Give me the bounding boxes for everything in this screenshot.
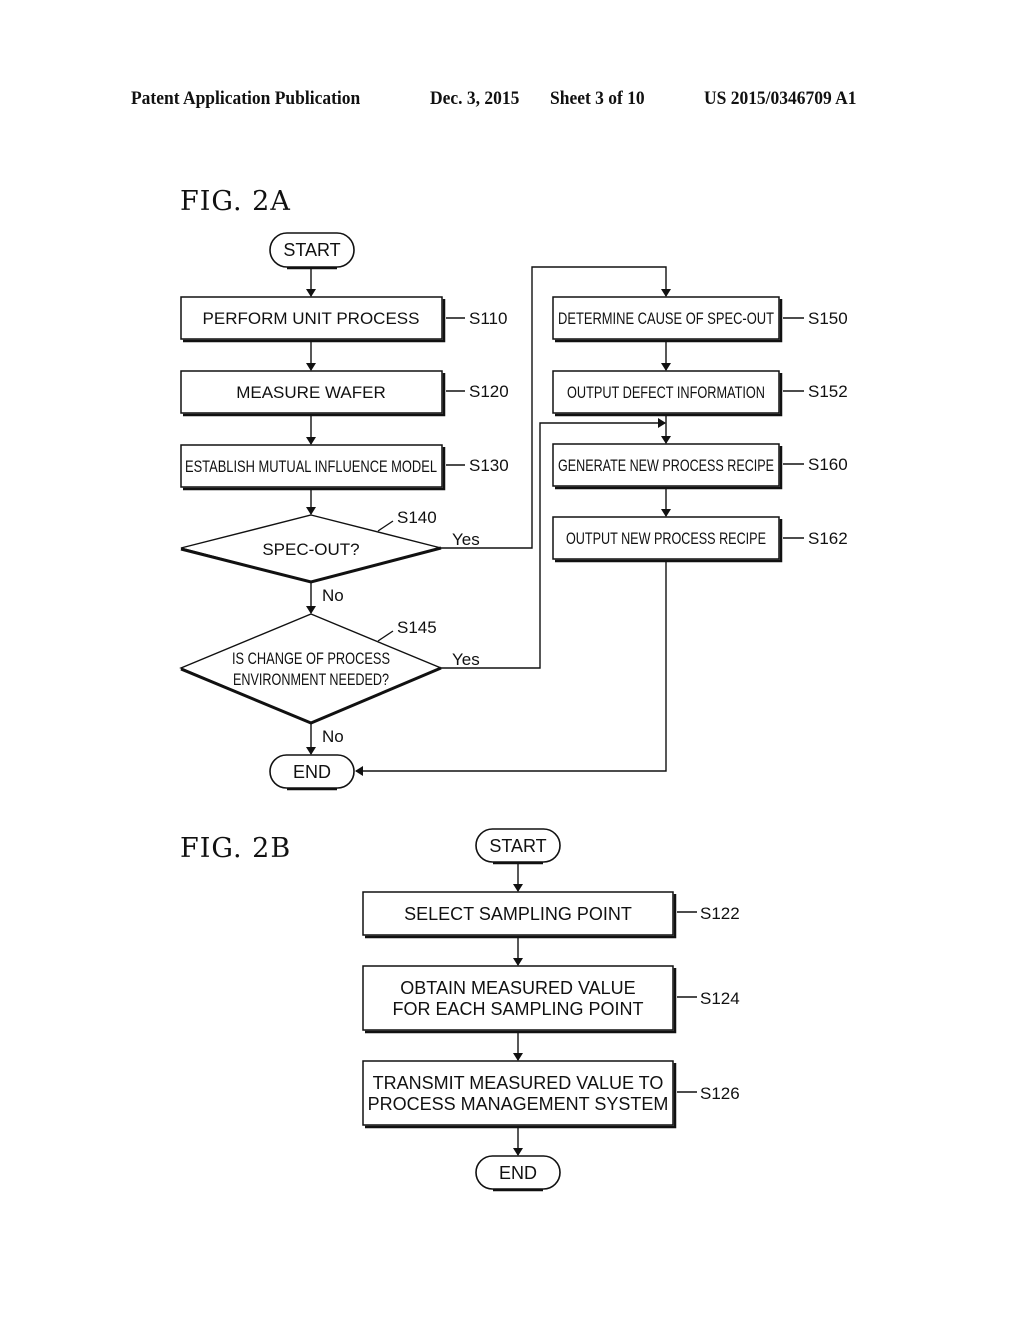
step-text: SELECT SAMPLING POINT: [404, 904, 632, 924]
step-box-s150: DETERMINE CAUSE OF SPEC-OUT S150: [552, 296, 848, 343]
decision-text-line-1: IS CHANGE OF PROCESS: [232, 649, 390, 668]
step-id: S162: [808, 529, 848, 548]
step-text-line-1: OBTAIN MEASURED VALUE: [400, 978, 635, 998]
step-box-s122: SELECT SAMPLING POINT S122: [362, 891, 740, 939]
step-box-s124: OBTAIN MEASURED VALUE FOR EACH SAMPLING …: [362, 965, 740, 1034]
no-label: No: [322, 586, 344, 605]
end-label: END: [293, 762, 331, 782]
step-id: S150: [808, 309, 848, 328]
step-box-s130: ESTABLISH MUTUAL INFLUENCE MODEL S130: [180, 444, 509, 491]
flowchart-canvas: START PERFORM UNIT PROCESS S110 MEASURE …: [179, 232, 848, 1192]
step-box-s110: PERFORM UNIT PROCESS S110: [180, 296, 507, 343]
step-text: PERFORM UNIT PROCESS: [203, 309, 420, 328]
decision-text-line-2: ENVIRONMENT NEEDED?: [233, 670, 389, 689]
yes-label: Yes: [452, 650, 480, 669]
step-id: S152: [808, 382, 848, 401]
step-text: MEASURE WAFER: [236, 383, 386, 402]
step-box-s152: OUTPUT DEFECT INFORMATION S152: [552, 370, 848, 417]
step-text: OUTPUT NEW PROCESS RECIPE: [566, 529, 766, 548]
step-text-line-2: PROCESS MANAGEMENT SYSTEM: [368, 1094, 669, 1114]
step-box-s160: GENERATE NEW PROCESS RECIPE S160: [552, 443, 848, 490]
yes-label: Yes: [452, 530, 480, 549]
step-text: GENERATE NEW PROCESS RECIPE: [558, 456, 774, 475]
step-id: S124: [700, 989, 740, 1008]
decision-id: S140: [397, 508, 437, 527]
decision-id: S145: [397, 618, 437, 637]
fig-2a-start-terminal: START: [269, 232, 355, 270]
no-label: No: [322, 727, 344, 746]
step-box-s126: TRANSMIT MEASURED VALUE TO PROCESS MANAG…: [362, 1060, 740, 1129]
step-text: ESTABLISH MUTUAL INFLUENCE MODEL: [185, 457, 437, 476]
step-id: S120: [469, 382, 509, 401]
step-id: S110: [469, 309, 507, 328]
step-id: S130: [469, 456, 509, 475]
step-text-line-1: TRANSMIT MEASURED VALUE TO: [373, 1073, 664, 1093]
fig-2a-end-terminal: END: [269, 754, 355, 791]
step-text: OUTPUT DEFECT INFORMATION: [567, 383, 765, 402]
decision-s140: SPEC-OUT? S140 Yes No: [180, 508, 480, 605]
fig-2b-flowchart: START SELECT SAMPLING POINT S122 OBTAIN …: [362, 828, 740, 1192]
end-label: END: [499, 1163, 537, 1183]
step-id: S122: [700, 904, 740, 923]
decision-text: SPEC-OUT?: [262, 540, 359, 559]
step-text-line-2: FOR EACH SAMPLING POINT: [392, 999, 643, 1019]
start-label: START: [489, 836, 546, 856]
fig-2b-start-terminal: START: [475, 828, 561, 865]
step-box-s162: OUTPUT NEW PROCESS RECIPE S162: [552, 516, 848, 563]
step-id: S126: [700, 1084, 740, 1103]
fig-2b-end-terminal: END: [475, 1155, 561, 1192]
start-label: START: [283, 240, 340, 260]
step-id: S160: [808, 455, 848, 474]
decision-s145: IS CHANGE OF PROCESS ENVIRONMENT NEEDED?…: [179, 613, 480, 746]
step-box-s120: MEASURE WAFER S120: [180, 370, 509, 417]
fig-2a-flowchart: START PERFORM UNIT PROCESS S110 MEASURE …: [179, 232, 848, 791]
step-text: DETERMINE CAUSE OF SPEC-OUT: [558, 309, 774, 328]
